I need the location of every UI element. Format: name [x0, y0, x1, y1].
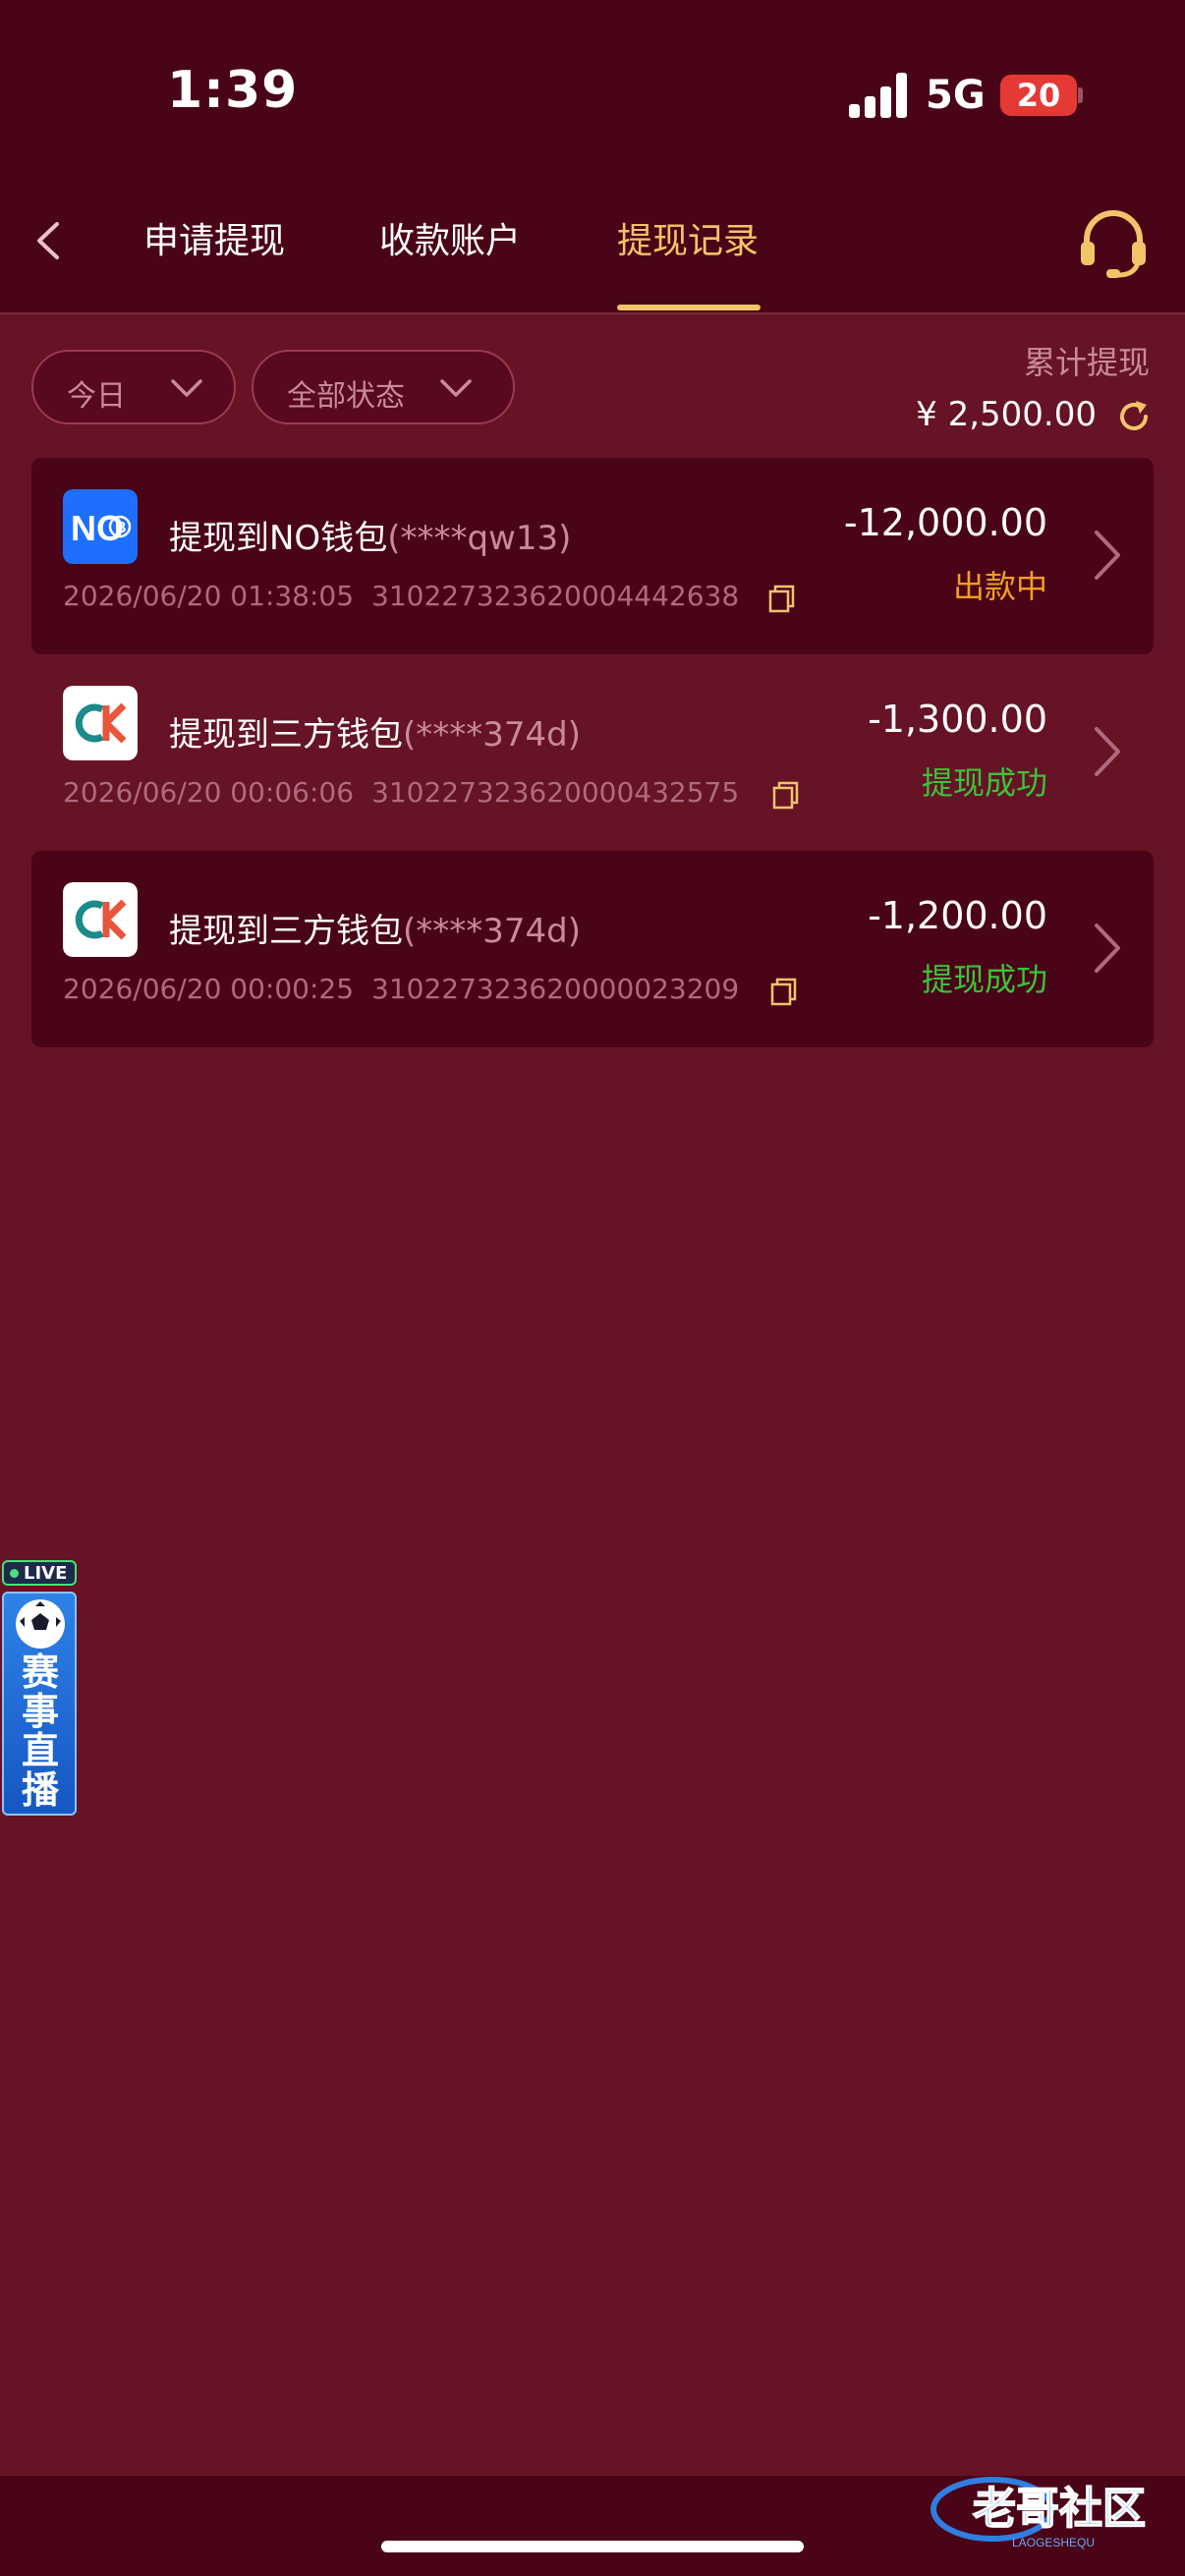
record-amount: -1,200.00 [868, 894, 1047, 937]
tab-apply-withdraw[interactable]: 申请提现 [143, 212, 285, 263]
record-order-id: 310227323620000432575 [371, 776, 740, 809]
copy-icon[interactable] [768, 778, 802, 812]
status-time: 1:39 [167, 61, 299, 120]
ck-wallet-logo-icon [63, 686, 138, 760]
tab-payout-accounts[interactable]: 收款账户 [379, 212, 521, 263]
record-account-mask: (****374d) [403, 912, 582, 951]
date-filter-dropdown[interactable]: 今日 [31, 350, 236, 424]
record-amount: -1,300.00 [868, 698, 1047, 741]
customer-service-icon[interactable] [1075, 208, 1152, 279]
watermark-logo: 老哥社区 LAOGESHEQU [931, 2477, 1147, 2549]
copy-icon[interactable] [766, 975, 800, 1008]
no-wallet-logo-icon: NO B [63, 489, 138, 564]
record-status: 提现成功 [921, 961, 1047, 998]
record-datetime: 2026/06/20 00:00:25 [63, 973, 355, 1005]
active-tab-indicator [617, 305, 761, 310]
record-account-mask: (****qw13) [387, 519, 572, 558]
record-title: 提现到NO钱包(****qw13) [169, 511, 571, 559]
record-datetime: 2026/06/20 00:06:06 [63, 776, 355, 809]
withdraw-record-card[interactable]: NO B 提现到NO钱包(****qw13) 2026/06/20 01:38:… [31, 458, 1154, 654]
live-dot-icon [10, 1569, 19, 1578]
record-status: 出款中 [952, 568, 1047, 605]
network-type: 5G [926, 73, 986, 118]
battery-tip [1078, 87, 1083, 103]
record-title: 提现到三方钱包(****374d) [169, 707, 581, 756]
battery-icon: 20 [1000, 75, 1077, 116]
record-status: 提现成功 [921, 764, 1047, 802]
record-title-text: 提现到三方钱包 [169, 715, 403, 755]
record-meta: 2026/06/20 00:00:25 310227323620000023209 [63, 973, 739, 1005]
watermark-subtext: LAOGESHEQU [1012, 2536, 1095, 2549]
record-datetime: 2026/06/20 01:38:05 [63, 580, 355, 612]
live-badge-text: LIVE [24, 1563, 68, 1584]
live-match-widget[interactable]: 赛事直播 [2, 1592, 77, 1816]
chevron-down-icon [171, 379, 202, 397]
record-title: 提现到三方钱包(****374d) [169, 904, 581, 952]
ck-wallet-logo-icon [63, 882, 138, 957]
copy-icon[interactable] [764, 582, 798, 615]
record-account-mask: (****374d) [403, 715, 582, 755]
back-arrow-icon[interactable] [29, 216, 69, 265]
record-order-id: 310227323620000023209 [371, 973, 740, 1005]
status-filter-label: 全部状态 [287, 379, 405, 414]
chevron-right-icon [1095, 531, 1120, 580]
record-title-text: 提现到三方钱包 [169, 912, 403, 951]
record-meta: 2026/06/20 01:38:05 310227323620004442638 [63, 580, 739, 612]
record-amount: -12,000.00 [843, 501, 1047, 544]
withdraw-record-card[interactable]: 提现到三方钱包(****374d) 2026/06/20 00:00:25 310… [31, 851, 1154, 1047]
total-withdraw-amount: ¥ 2,500.00 [916, 395, 1097, 434]
svg-text:B: B [115, 520, 127, 536]
chevron-down-icon [440, 379, 472, 397]
record-meta: 2026/06/20 00:06:06 310227323620000432575 [63, 776, 739, 809]
tab-withdraw-records[interactable]: 提现记录 [617, 212, 759, 263]
date-filter-label: 今日 [67, 379, 126, 414]
total-withdraw-label: 累计提现 [1023, 344, 1150, 381]
status-filter-dropdown[interactable]: 全部状态 [252, 350, 515, 424]
chevron-right-icon [1095, 727, 1120, 776]
record-title-text: 提现到NO钱包 [169, 519, 388, 558]
refresh-icon[interactable] [1114, 397, 1154, 436]
home-indicator[interactable] [381, 2541, 804, 2552]
record-order-id: 310227323620004442638 [371, 580, 740, 612]
chevron-right-icon [1095, 924, 1120, 973]
live-badge[interactable]: LIVE [2, 1560, 77, 1586]
watermark-text: 老哥社区 [973, 2485, 1146, 2533]
signal-icon [849, 73, 908, 118]
withdraw-record-card[interactable]: 提现到三方钱包(****374d) 2026/06/20 00:06:06 310… [31, 654, 1154, 851]
soccer-ball-icon [16, 1599, 65, 1649]
top-bar: 1:39 5G 20 申请提现 收款账户 提现记录 [0, 0, 1185, 314]
live-match-text: 赛事直播 [21, 1651, 59, 1812]
